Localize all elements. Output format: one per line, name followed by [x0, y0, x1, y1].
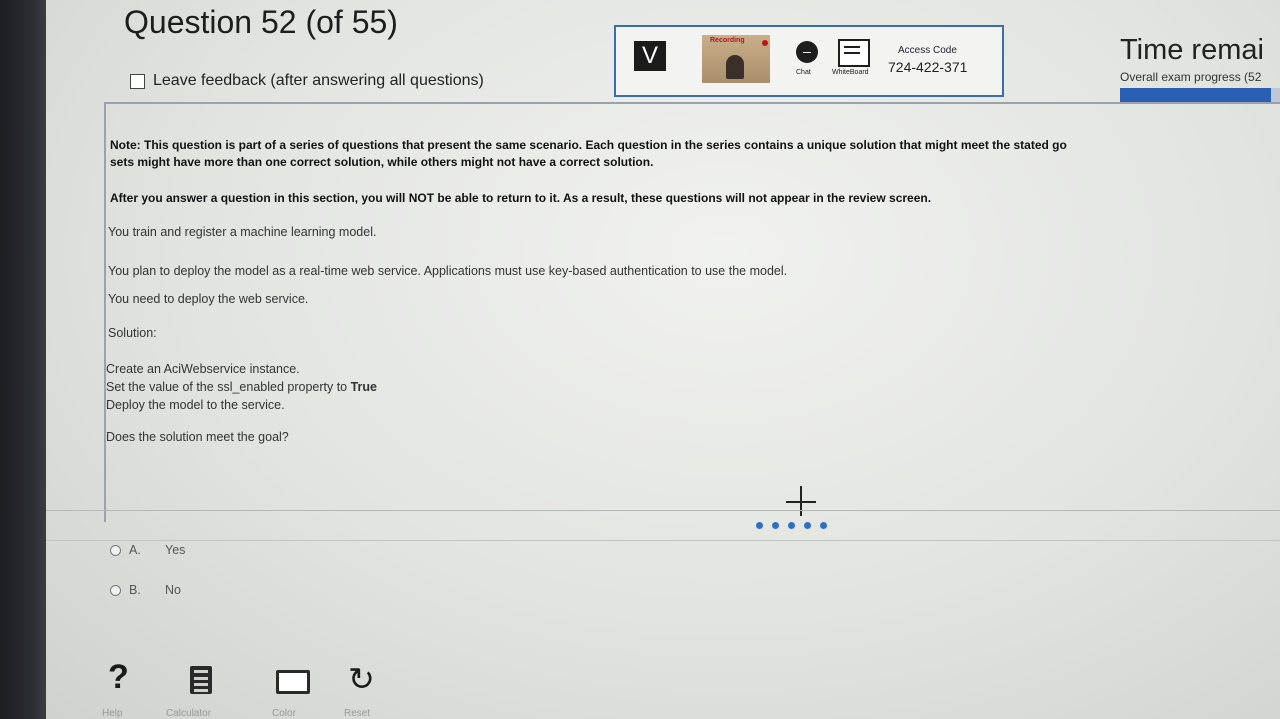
recording-dot-icon [762, 40, 768, 46]
webcam-preview: Recording [702, 35, 770, 83]
recording-label: Recording [710, 37, 745, 44]
exam-tools: ? Help Calculator Color ↻ Reset [100, 658, 400, 719]
radio-a[interactable] [110, 544, 121, 556]
answer-option-a[interactable]: A. Yes [110, 543, 185, 557]
chat-label: Chat [796, 69, 811, 76]
solution-step-2-value: True [350, 380, 378, 394]
calculator-keys [194, 677, 208, 680]
solution-label: Solution: [108, 326, 157, 340]
calculator-icon [190, 666, 212, 694]
v-logo-icon: V [634, 41, 666, 71]
solution-step-2: Set the value of the ssl_enabled propert… [106, 378, 377, 396]
scenario-need: You need to deploy the web service. [108, 292, 309, 306]
scenario-plan: You plan to deploy the model as a real-t… [108, 264, 788, 278]
whiteboard-label: WhiteBoard [832, 69, 869, 76]
divider [46, 540, 1280, 541]
answer-option-b[interactable]: B. No [110, 583, 181, 597]
loading-dot [820, 522, 827, 529]
color-label: Color [272, 708, 296, 719]
solution-step-2-text: Set the value of the ssl_enabled propert… [106, 380, 351, 394]
calculator-keys [194, 683, 208, 686]
help-icon: ? [108, 658, 129, 696]
exam-progress-label: Overall exam progress (52 [1120, 70, 1262, 84]
whiteboard-icon[interactable] [838, 39, 870, 67]
reset-icon: ↻ [348, 661, 375, 697]
solution-step-1: Create an AciWebservice instance. [106, 362, 300, 376]
crosshair-vertical [800, 486, 802, 516]
option-a-text: Yes [165, 543, 186, 557]
reset-button[interactable]: ↻ [348, 660, 375, 698]
proctor-toolbar: V Recording – Chat WhiteBoard Access Cod… [614, 25, 1004, 97]
loading-dot [804, 522, 811, 529]
question-note: Note: This question is part of a series … [110, 137, 1280, 171]
loading-dot [772, 522, 779, 529]
crosshair-cursor-icon [786, 486, 816, 516]
feedback-option[interactable]: Leave feedback (after answering all ques… [130, 72, 484, 90]
calculator-keys [194, 689, 208, 692]
option-a-letter: A. [129, 543, 141, 557]
note-line-1: Note: This question is part of a series … [110, 138, 1067, 152]
reset-label: Reset [344, 708, 371, 719]
feedback-label: Leave feedback (after answering all ques… [153, 72, 484, 89]
loading-dot [788, 522, 795, 529]
loading-dot [756, 522, 763, 529]
access-code-value: 724-422-371 [888, 59, 968, 75]
note-line-2: sets might have more than one correct so… [110, 155, 654, 169]
help-button[interactable]: ? [108, 658, 129, 697]
scenario-train: You train and register a machine learnin… [108, 225, 377, 239]
person-silhouette [726, 55, 744, 79]
color-button[interactable] [276, 670, 310, 694]
question-prompt: Does the solution meet the goal? [106, 430, 289, 444]
question-title: Question 52 (of 55) [124, 4, 398, 40]
time-remaining-title: Time remai [1120, 34, 1264, 66]
radio-b[interactable] [110, 584, 121, 596]
monitor-bezel [0, 0, 46, 719]
note-warning: After you answer a question in this sect… [110, 191, 932, 205]
access-code-label: Access Code [898, 45, 957, 56]
calculator-display [194, 670, 208, 673]
whiteboard-line [844, 52, 860, 54]
help-label: Help [102, 708, 123, 719]
solution-step-3: Deploy the model to the service. [106, 398, 285, 412]
option-b-text: No [165, 583, 181, 597]
loading-dots [756, 522, 827, 529]
divider [46, 510, 1280, 511]
option-b-letter: B. [129, 583, 141, 597]
whiteboard-line [844, 46, 860, 48]
calculator-label: Calculator [166, 708, 212, 719]
calculator-button[interactable] [190, 666, 212, 694]
chat-icon[interactable]: – [796, 41, 818, 63]
monitor-icon [276, 670, 310, 694]
solution-steps: Create an AciWebservice instance. Set th… [106, 360, 377, 414]
feedback-checkbox[interactable] [130, 73, 145, 89]
